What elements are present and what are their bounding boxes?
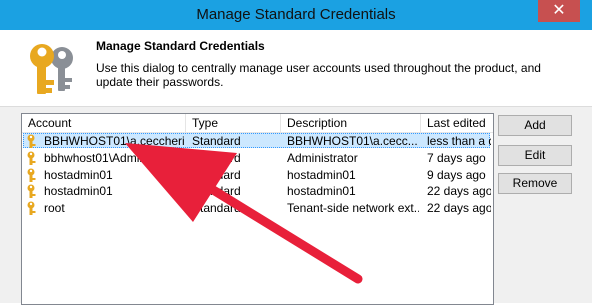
cell-type: Standard [192,134,241,148]
key-icon [27,184,36,198]
cell-account: bbhwhost01\Administ [44,151,159,165]
cell-account: root [44,201,65,215]
cell-last-edited: 22 days ago [427,201,491,215]
cell-last-edited: less than a day [427,134,491,148]
edit-button[interactable]: Edit [498,145,572,166]
dialog-header: Manage Standard Credentials Use this dia… [0,30,592,107]
cell-account: hostadmin01 [44,168,113,182]
cell-description: Administrator [287,151,358,165]
title-bar: Manage Standard Credentials ✕ [0,0,592,30]
cell-account: BBHWHOST01\a.ceccherini [44,134,184,148]
cell-last-edited: 9 days ago [427,168,486,182]
table-row[interactable]: bbhwhost01\Administ Standard Administrat… [22,150,493,166]
cell-type: Standard [192,184,241,198]
close-icon[interactable]: ✕ [538,0,580,22]
table-row[interactable]: hostadmin01 Standard hostadmin01 9 days … [22,167,493,183]
credentials-list[interactable]: Account Type Description Last edited BBH… [21,113,494,305]
remove-button[interactable]: Remove [498,173,572,194]
key-icon [27,201,36,215]
table-row[interactable]: BBHWHOST01\a.ceccherini Standard BBHWHOS… [22,133,493,149]
key-icon [27,168,36,182]
cell-last-edited: 7 days ago [427,151,486,165]
window-title: Manage Standard Credentials [196,6,396,23]
keys-icon [30,44,73,94]
key-icon [27,134,36,148]
column-header-description[interactable]: Description [281,114,421,132]
header-description: Use this dialog to centrally manage user… [96,61,541,89]
cell-account: hostadmin01 [44,184,113,198]
table-row[interactable]: hostadmin01 Standard hostadmin01 22 days… [22,183,493,199]
header-title: Manage Standard Credentials [96,39,265,53]
cell-type: Standard [192,201,241,215]
column-header-last-edited[interactable]: Last edited [421,114,493,132]
add-button[interactable]: Add [498,115,572,136]
cell-description: Tenant-side network ext... [287,201,419,215]
cell-type: Standard [192,151,241,165]
cell-description: BBHWHOST01\a.cecc... [287,134,418,148]
cell-last-edited: 22 days ago [427,184,491,198]
key-icon [27,151,36,165]
column-header-type[interactable]: Type [186,114,281,132]
cell-type: Standard [192,168,241,182]
list-header: Account Type Description Last edited [22,114,493,133]
table-row[interactable]: root Standard Tenant-side network ext...… [22,200,493,216]
cell-description: hostadmin01 [287,168,356,182]
column-header-account[interactable]: Account [22,114,186,132]
cell-description: hostadmin01 [287,184,356,198]
